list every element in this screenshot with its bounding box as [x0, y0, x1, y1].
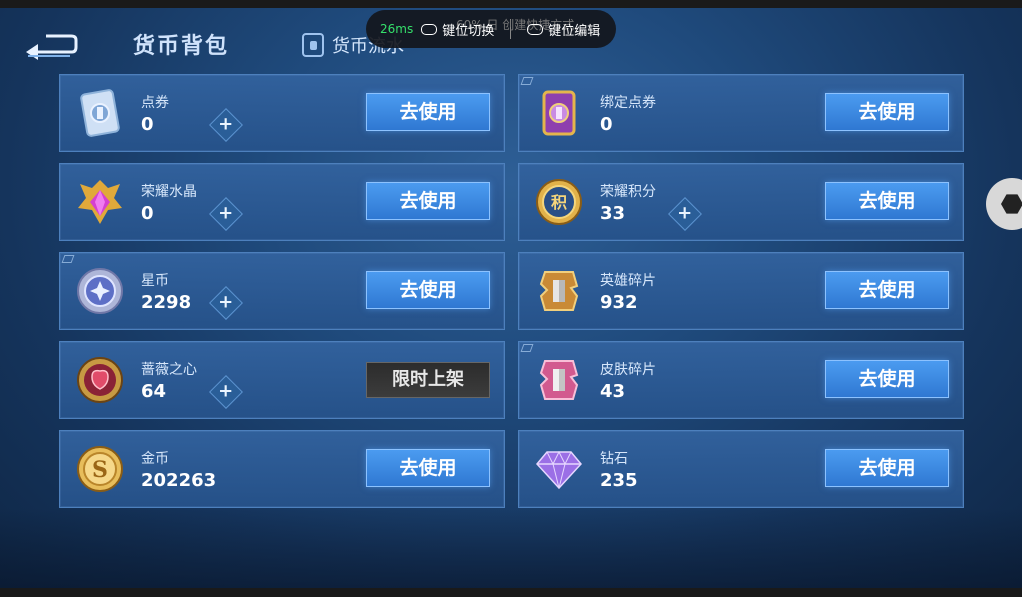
- hexagon-icon: [1001, 194, 1022, 214]
- add-voucher-button[interactable]: +: [209, 108, 243, 142]
- bound-voucher-card-icon: [533, 87, 585, 139]
- currency-amount: 202263: [141, 470, 217, 491]
- currency-card-bound-voucher: 绑定点券 0 去使用: [518, 74, 964, 152]
- currency-card-star-coin: 星币 2298 + 去使用: [59, 252, 505, 330]
- skin-fragment-icon: [533, 354, 585, 406]
- plus-icon: +: [218, 292, 234, 313]
- currency-amount: 0: [600, 114, 613, 135]
- currency-amount: 43: [600, 381, 626, 402]
- gamepad-icon: [527, 23, 544, 35]
- currency-name: 钻石: [600, 451, 628, 467]
- use-button[interactable]: 去使用: [366, 271, 490, 309]
- keymap-switch-label: 键位切换: [442, 23, 495, 39]
- currency-amount: 0: [141, 203, 154, 224]
- use-button[interactable]: 去使用: [366, 449, 490, 487]
- currency-name: 绑定点券: [600, 95, 656, 111]
- currency-card-gold-coin: S 金币 202263 去使用: [59, 430, 505, 508]
- currency-name: 金币: [141, 451, 169, 467]
- add-star-coin-button[interactable]: +: [209, 286, 243, 320]
- currency-amount: 33: [600, 203, 626, 224]
- currency-name: 皮肤碎片: [600, 362, 656, 378]
- plus-icon: +: [218, 114, 234, 135]
- currency-amount: 64: [141, 381, 167, 402]
- add-glory-points-button[interactable]: +: [668, 197, 702, 231]
- hero-fragment-icon: [533, 265, 585, 317]
- keymap-edit-label: 键位编辑: [548, 23, 601, 39]
- use-button[interactable]: 去使用: [825, 449, 949, 487]
- currency-name: 荣耀积分: [600, 184, 656, 200]
- floating-menu-button[interactable]: [986, 178, 1022, 230]
- use-button[interactable]: 去使用: [825, 271, 949, 309]
- lock-corner-icon: [520, 77, 534, 85]
- use-button[interactable]: 去使用: [825, 93, 949, 131]
- currency-amount: 932: [600, 292, 638, 313]
- use-button[interactable]: 去使用: [366, 182, 490, 220]
- use-button[interactable]: 去使用: [825, 182, 949, 220]
- currency-amount: 235: [600, 470, 638, 491]
- rose-heart-icon: [74, 354, 126, 406]
- star-coin-icon: [74, 265, 126, 317]
- keymap-edit-button[interactable]: 键位编辑: [527, 20, 600, 39]
- currency-card-glory-points: 积 荣耀积分 33 + 去使用: [518, 163, 964, 241]
- currency-name: 英雄碎片: [600, 273, 656, 289]
- keymap-overlay-bar: 26ms 60% 日 创建快捷方式 键位切换 键位编辑: [366, 10, 616, 48]
- lock-corner-icon: [520, 344, 534, 352]
- use-button[interactable]: 去使用: [825, 360, 949, 398]
- glory-crystal-icon: [74, 176, 126, 228]
- plus-icon: +: [677, 203, 693, 224]
- currency-card-diamond: 钻石 235 去使用: [518, 430, 964, 508]
- voucher-card-icon: [74, 87, 126, 139]
- add-rose-heart-button[interactable]: +: [209, 375, 243, 409]
- currency-name: 蔷薇之心: [141, 362, 197, 378]
- currency-card-rose-heart: 蔷薇之心 64 + 限时上架: [59, 341, 505, 419]
- currency-card-hero-fragment: 英雄碎片 932 去使用: [518, 252, 964, 330]
- svg-text:S: S: [92, 457, 108, 483]
- gamepad-icon: [421, 23, 438, 35]
- game-screen: 货币背包 货币流水 点券 0 + 去使用 绑定点券 0 去使用 荣耀水晶 0 +…: [0, 8, 1022, 588]
- currency-card-glory-crystal: 荣耀水晶 0 + 去使用: [59, 163, 505, 241]
- currency-card-skin-fragment: 皮肤碎片 43 去使用: [518, 341, 964, 419]
- currency-amount: 0: [141, 114, 154, 135]
- currency-name: 点券: [141, 95, 169, 111]
- limited-time-button[interactable]: 限时上架: [366, 362, 490, 398]
- use-button[interactable]: 去使用: [366, 93, 490, 131]
- lock-corner-icon: [61, 255, 75, 263]
- back-arrow-icon: [26, 34, 78, 60]
- svg-text:积: 积: [551, 193, 567, 212]
- gold-coin-icon: S: [74, 443, 126, 495]
- ping-readout: 26ms: [380, 22, 414, 36]
- currency-flow-icon: [302, 33, 324, 57]
- plus-icon: +: [218, 203, 234, 224]
- back-button[interactable]: [24, 30, 78, 64]
- glory-points-icon: 积: [533, 176, 585, 228]
- keymap-switch-button[interactable]: 键位切换: [421, 20, 494, 39]
- page-title: 货币背包: [133, 34, 230, 59]
- plus-icon: +: [218, 381, 234, 402]
- add-glory-crystal-button[interactable]: +: [209, 197, 243, 231]
- currency-amount: 2298: [141, 292, 192, 313]
- currency-name: 星币: [141, 273, 169, 289]
- currency-card-voucher: 点券 0 + 去使用: [59, 74, 505, 152]
- diamond-icon: [533, 443, 585, 495]
- currency-name: 荣耀水晶: [141, 184, 197, 200]
